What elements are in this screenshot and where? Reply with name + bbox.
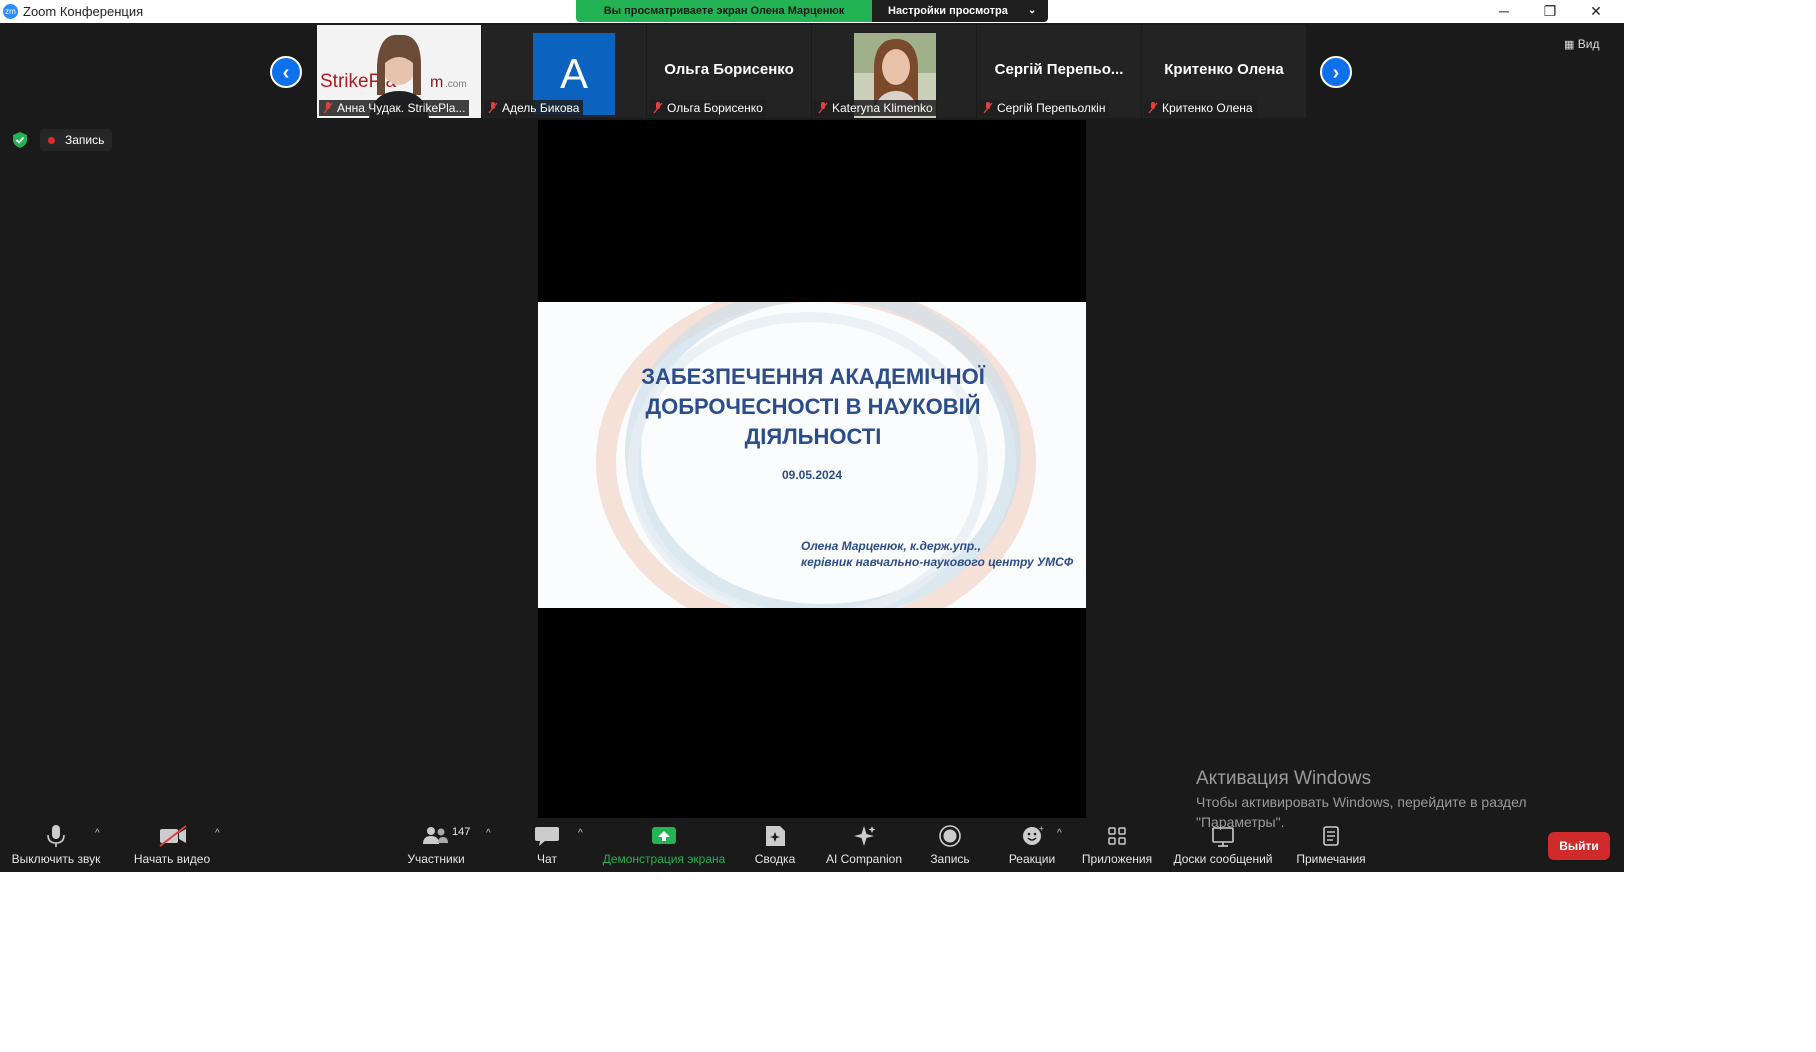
share-banner: Вы просматриваете экран Олена Марценюк xyxy=(576,0,872,22)
mic-muted-icon xyxy=(488,102,498,114)
start-video-button[interactable]: Начать видео xyxy=(124,820,220,870)
mic-muted-icon xyxy=(653,102,663,114)
restore-icon[interactable]: ❐ xyxy=(1527,0,1573,22)
mic-muted-icon xyxy=(1148,102,1158,114)
zoom-logo-icon: zm xyxy=(3,4,18,19)
notes-icon xyxy=(1323,826,1339,846)
svg-text:.com: .com xyxy=(445,79,467,90)
record-icon xyxy=(939,825,961,847)
video-options-caret[interactable]: ^ xyxy=(215,828,220,839)
participant-name: Адель Бикова xyxy=(484,100,584,116)
participant-tile[interactable]: StrikePla m .com Анна Чудак. StrikePla..… xyxy=(317,25,481,118)
participant-tile[interactable]: Критенко Олена Критенко Олена xyxy=(1142,25,1306,118)
title-bar: zm Zoom Конференция Вы просматриваете эк… xyxy=(0,0,1624,23)
svg-text:+: + xyxy=(1039,824,1044,833)
ai-companion-button[interactable]: AI Companion xyxy=(816,820,912,870)
sparkle-icon xyxy=(854,826,876,846)
windows-activation-title: Активация Windows xyxy=(1196,768,1372,789)
participant-tile[interactable]: Сергій Перепьо... Сергій Перепьолкін xyxy=(977,25,1141,118)
reactions-button[interactable]: + Реакции xyxy=(1002,820,1062,870)
chat-button[interactable]: Чат xyxy=(523,820,571,870)
close-icon[interactable]: ✕ xyxy=(1573,0,1619,22)
apps-icon xyxy=(1108,827,1126,845)
participant-display-name: Критенко Олена xyxy=(1164,61,1284,78)
filmstrip-prev-button[interactable]: ‹ xyxy=(270,56,302,88)
participant-name: Ольга Борисенко xyxy=(649,100,767,116)
chat-icon xyxy=(535,827,559,846)
summary-button[interactable]: Сводка xyxy=(745,820,805,870)
share-screen-icon xyxy=(652,827,676,844)
shield-icon[interactable] xyxy=(11,131,29,149)
slide-author: Олена Марценюк, к.держ.упр., керівник на… xyxy=(801,539,1074,569)
video-off-icon xyxy=(159,825,187,847)
participant-tile[interactable]: Ольга Борисенко Ольга Борисенко xyxy=(647,25,811,118)
view-button[interactable]: ▦ Вид xyxy=(1564,34,1618,54)
recording-indicator[interactable]: Запись xyxy=(40,129,112,151)
filmstrip-next-button[interactable]: › xyxy=(1320,56,1352,88)
participant-name: Критенко Олена xyxy=(1144,100,1257,116)
view-settings-label: Настройки просмотра xyxy=(888,5,1008,17)
reactions-options-caret[interactable]: ^ xyxy=(1057,828,1062,839)
view-settings-button[interactable]: Настройки просмотра ⌄ xyxy=(872,0,1048,22)
apps-button[interactable]: Приложения xyxy=(1078,820,1156,870)
participant-display-name: Сергій Перепьо... xyxy=(994,61,1124,78)
chevron-down-icon: ⌄ xyxy=(1028,5,1037,16)
recording-label: Запись xyxy=(65,133,105,147)
share-screen-button[interactable]: Демонстрация экрана xyxy=(598,820,730,870)
minimize-icon[interactable]: ─ xyxy=(1481,0,1527,22)
record-dot-icon xyxy=(48,137,55,144)
mic-muted-icon xyxy=(818,102,828,114)
microphone-icon xyxy=(47,825,65,847)
slide-title: ЗАБЕЗПЕЧЕННЯ АКАДЕМІЧНОЇ ДОБРОЧЕСНОСТІ В… xyxy=(641,364,985,449)
participants-options-caret[interactable]: ^ xyxy=(486,828,491,839)
participant-name: Kateryna Klimenko xyxy=(814,100,937,116)
participants-button[interactable]: 147 Участники xyxy=(394,820,478,870)
participant-display-name: Ольга Борисенко xyxy=(664,61,794,78)
participants-count: 147 xyxy=(452,826,471,838)
mute-options-caret[interactable]: ^ xyxy=(95,828,100,839)
view-label: Вид xyxy=(1577,37,1600,51)
record-button[interactable]: Запись xyxy=(922,820,978,870)
participant-name: Сергій Перепьолкін xyxy=(979,100,1110,116)
smiley-icon: + xyxy=(1023,824,1044,845)
grid-icon: ▦ xyxy=(1564,39,1575,51)
presentation-slide: ЗАБЕЗПЕЧЕННЯ АКАДЕМІЧНОЇ ДОБРОЧЕСНОСТІ В… xyxy=(538,302,1086,608)
mic-muted-icon xyxy=(983,102,993,114)
participant-tile[interactable]: A Адель Бикова xyxy=(482,25,646,118)
slide-date: 09.05.2024 xyxy=(781,468,843,482)
window-title: Zoom Конференция xyxy=(23,4,144,19)
notes-button[interactable]: Примечания xyxy=(1292,820,1370,870)
zoom-window: zm Zoom Конференция Вы просматриваете эк… xyxy=(0,0,1624,872)
leave-button[interactable]: Выйти xyxy=(1548,832,1610,860)
mute-button[interactable]: Выключить звук xyxy=(4,820,108,870)
participant-name: Анна Чудак. StrikePla... xyxy=(319,100,470,116)
participant-tile[interactable]: Kateryna Klimenko xyxy=(812,25,976,118)
chat-options-caret[interactable]: ^ xyxy=(578,828,583,839)
mic-muted-icon xyxy=(323,102,333,114)
whiteboards-button[interactable]: Доски сообщений xyxy=(1168,820,1278,870)
whiteboard-icon xyxy=(1212,827,1234,847)
summary-icon xyxy=(766,826,785,846)
svg-text:m: m xyxy=(430,74,443,91)
